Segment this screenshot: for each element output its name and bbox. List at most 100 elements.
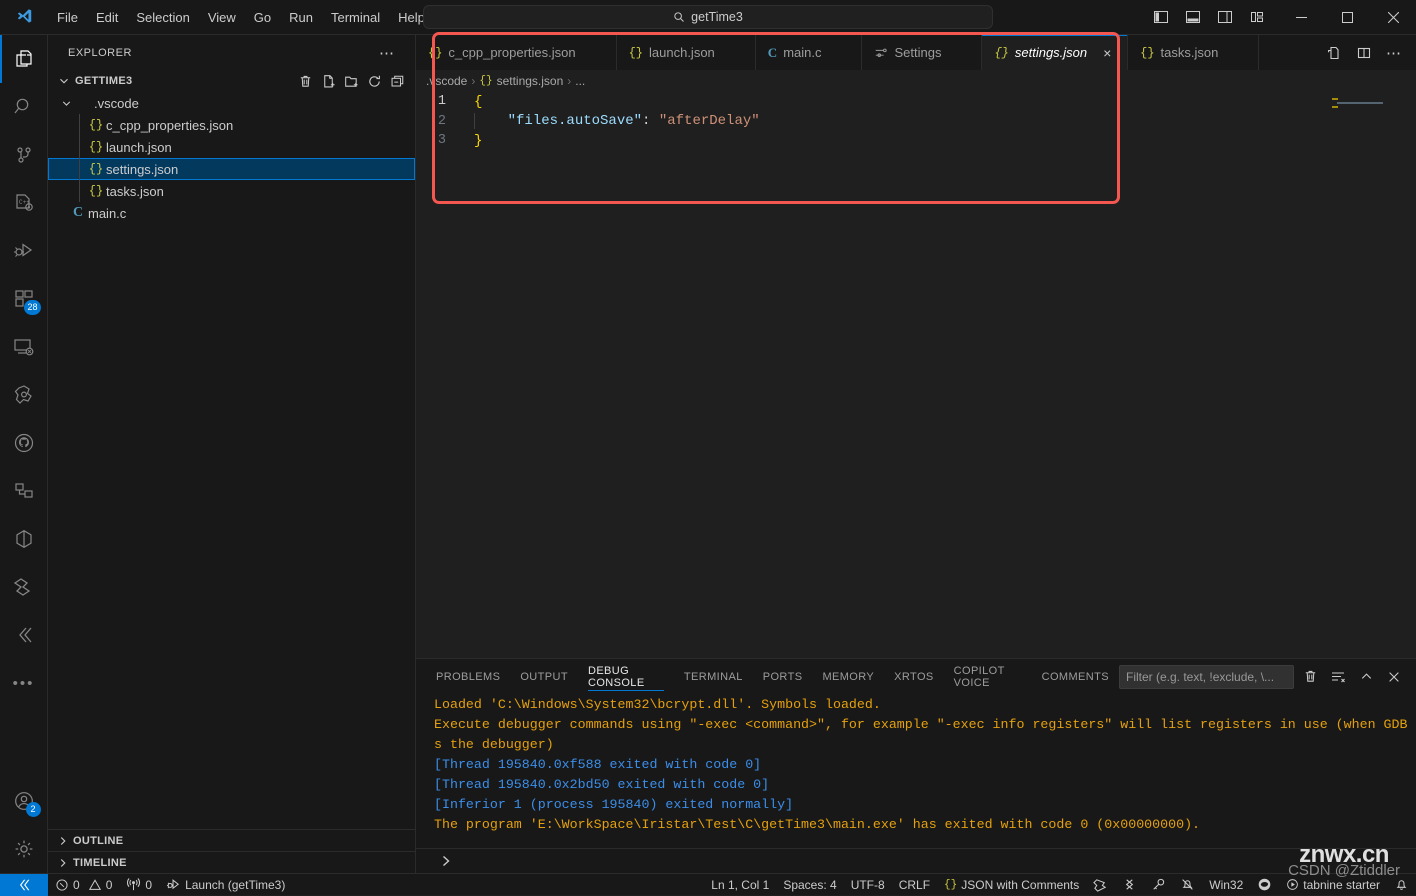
explorer-root-header[interactable]: GETTIME3 bbox=[48, 70, 415, 92]
debug-console-input[interactable] bbox=[416, 848, 1416, 873]
new-folder-icon[interactable] bbox=[341, 71, 361, 91]
editor-minimap[interactable] bbox=[1332, 98, 1402, 118]
tree-item-settings-json[interactable]: {} settings.json bbox=[48, 158, 415, 180]
panel-tab-copilot-voice[interactable]: COPILOT VOICE bbox=[944, 659, 1032, 694]
serial-monitor-icon bbox=[13, 578, 30, 596]
clear-console-icon[interactable] bbox=[1298, 665, 1322, 689]
tree-item-main-c[interactable]: C main.c bbox=[48, 202, 415, 224]
activity-docker[interactable] bbox=[0, 515, 48, 563]
menu-run[interactable]: Run bbox=[281, 7, 321, 28]
activity-extensions[interactable]: 28 bbox=[0, 275, 48, 323]
activity-search[interactable] bbox=[0, 83, 48, 131]
breadcrumb-symbol[interactable]: ... bbox=[575, 74, 585, 88]
close-icon[interactable]: × bbox=[1099, 46, 1115, 60]
panel-tab-ports[interactable]: PORTS bbox=[753, 659, 813, 694]
status-language-mode[interactable]: {} JSON with Comments bbox=[937, 874, 1086, 896]
activity-cpp-config[interactable]: C++ bbox=[0, 179, 48, 227]
more-actions-icon[interactable]: ⋯ bbox=[1380, 39, 1408, 67]
activity-run-debug[interactable] bbox=[0, 227, 48, 275]
toggle-panel-icon[interactable] bbox=[1178, 2, 1208, 32]
tree-item-c-cpp-properties[interactable]: {} c_cpp_properties.json bbox=[48, 114, 415, 136]
panel-tab-output[interactable]: OUTPUT bbox=[510, 659, 578, 694]
panel-tab-problems[interactable]: PROBLEMS bbox=[426, 659, 510, 694]
panel-tab-debug-console[interactable]: DEBUG CONSOLE bbox=[578, 659, 674, 694]
status-eol[interactable]: CRLF bbox=[892, 874, 937, 896]
status-radio-tower[interactable]: 0 bbox=[119, 874, 159, 896]
minimize-button[interactable] bbox=[1278, 0, 1324, 35]
status-key[interactable] bbox=[1144, 874, 1173, 896]
status-launch-config[interactable]: Launch (getTime3) bbox=[159, 874, 292, 896]
toggle-secondary-sidebar-icon[interactable] bbox=[1210, 2, 1240, 32]
close-icon[interactable] bbox=[1382, 665, 1406, 689]
close-button[interactable] bbox=[1370, 0, 1416, 35]
panel-tab-comments[interactable]: COMMENTS bbox=[1032, 659, 1119, 694]
activity-project-manager[interactable] bbox=[0, 467, 48, 515]
split-editor-icon[interactable] bbox=[1350, 39, 1378, 67]
customize-layout-icon[interactable] bbox=[1242, 2, 1272, 32]
section-timeline[interactable]: TIMELINE bbox=[48, 851, 415, 873]
activity-platformio[interactable] bbox=[0, 371, 48, 419]
menu-edit[interactable]: Edit bbox=[88, 7, 126, 28]
menu-go[interactable]: Go bbox=[246, 7, 279, 28]
tabnine-label: tabnine starter bbox=[1303, 877, 1380, 892]
activity-accounts[interactable]: 2 bbox=[0, 777, 48, 825]
tab-c-cpp-properties-json[interactable]: {} c_cpp_properties.json × bbox=[416, 35, 617, 70]
command-center[interactable]: getTime3 bbox=[423, 5, 993, 29]
activity-manage-settings[interactable] bbox=[0, 825, 48, 873]
debug-console-output[interactable]: Loaded 'C:\Windows\System32\bcrypt.dll'.… bbox=[416, 694, 1416, 848]
json-braces-icon: {} bbox=[944, 878, 958, 891]
status-notifications-off[interactable] bbox=[1173, 874, 1202, 896]
tab-tasks-json[interactable]: {} tasks.json × bbox=[1128, 35, 1260, 70]
tab-main-c[interactable]: C main.c × bbox=[755, 35, 863, 70]
new-file-icon[interactable] bbox=[318, 71, 338, 91]
status-tabnine[interactable]: tabnine starter bbox=[1279, 874, 1387, 896]
collapse-all-icon[interactable] bbox=[387, 71, 407, 91]
activity-source-control[interactable] bbox=[0, 131, 48, 179]
filter-icon[interactable] bbox=[1326, 665, 1350, 689]
vscode-window: File Edit Selection View Go Run Terminal… bbox=[0, 0, 1416, 896]
toggle-primary-sidebar-icon[interactable] bbox=[1146, 2, 1176, 32]
activity-remote-explorer[interactable] bbox=[0, 323, 48, 371]
split-editor-right-icon[interactable] bbox=[1320, 39, 1348, 67]
menu-selection[interactable]: Selection bbox=[128, 7, 197, 28]
status-sync[interactable] bbox=[1115, 874, 1144, 896]
maximize-button[interactable] bbox=[1324, 0, 1370, 35]
embedded-tools-icon bbox=[18, 627, 31, 643]
menu-terminal[interactable]: Terminal bbox=[323, 7, 388, 28]
status-bell[interactable] bbox=[1387, 874, 1416, 896]
panel-tab-memory[interactable]: MEMORY bbox=[812, 659, 884, 694]
menu-view[interactable]: View bbox=[200, 7, 244, 28]
refresh-icon[interactable] bbox=[364, 71, 384, 91]
status-problems[interactable]: 0 0 bbox=[48, 874, 119, 896]
activity-embedded-tools[interactable] bbox=[0, 611, 48, 659]
breadcrumb-folder[interactable]: .vscode bbox=[426, 74, 467, 88]
tab-settings-json[interactable]: {} settings.json × bbox=[982, 35, 1129, 70]
status-indentation[interactable]: Spaces: 4 bbox=[776, 874, 843, 896]
editor-vertical-scrollbar[interactable] bbox=[1402, 92, 1416, 658]
section-outline[interactable]: OUTLINE bbox=[48, 829, 415, 851]
breadcrumb-file[interactable]: settings.json bbox=[497, 74, 564, 88]
activity-more-views[interactable]: ••• bbox=[0, 659, 48, 707]
activity-github[interactable] bbox=[0, 419, 48, 467]
sidebar-more-actions-icon[interactable]: ⋯ bbox=[379, 44, 395, 62]
tree-item-launch-json[interactable]: {} launch.json bbox=[48, 136, 415, 158]
code-editor[interactable]: 1 { 2 "files.autoSave": "afterDelay" 3 } bbox=[416, 92, 1416, 658]
activity-explorer[interactable] bbox=[0, 35, 48, 83]
activity-serial-monitor[interactable] bbox=[0, 563, 48, 611]
remote-window-icon[interactable] bbox=[0, 873, 48, 896]
tree-item-vscode-folder[interactable]: .vscode bbox=[48, 92, 415, 114]
status-platform[interactable]: Win32 bbox=[1202, 874, 1250, 896]
panel-tab-xrtos[interactable]: XRTOS bbox=[884, 659, 944, 694]
status-cursor-position[interactable]: Ln 1, Col 1 bbox=[704, 874, 776, 896]
filter-input[interactable]: Filter (e.g. text, !exclude, \... bbox=[1119, 664, 1294, 689]
tab-launch-json[interactable]: {} launch.json × bbox=[616, 35, 756, 70]
menu-file[interactable]: File bbox=[49, 7, 86, 28]
status-edge[interactable] bbox=[1250, 874, 1279, 896]
tab-settings[interactable]: Settings × bbox=[862, 35, 983, 70]
panel-tab-terminal[interactable]: TERMINAL bbox=[674, 659, 753, 694]
trash-icon[interactable] bbox=[295, 71, 315, 91]
status-encoding[interactable]: UTF-8 bbox=[844, 874, 892, 896]
status-prettier[interactable] bbox=[1086, 874, 1115, 896]
chevron-up-icon[interactable] bbox=[1354, 665, 1378, 689]
tree-item-tasks-json[interactable]: {} tasks.json bbox=[48, 180, 415, 202]
